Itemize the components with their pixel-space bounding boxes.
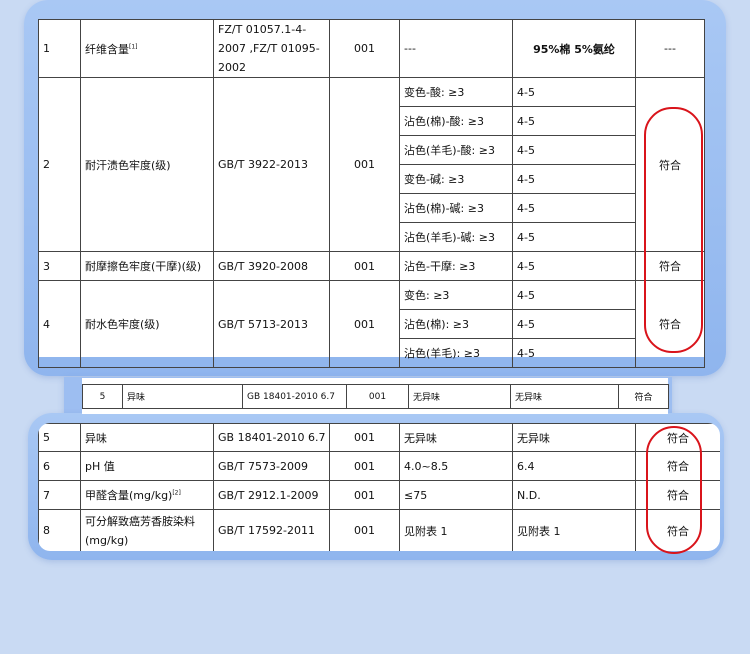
requirement: 沾色-干摩: ≥3 <box>399 251 513 281</box>
middle-report-strip: 5 异味 GB 18401-2010 6.7 001 无异味 无异味 符合 <box>82 378 669 414</box>
requirement: 沾色(羊毛): ≥3 <box>399 338 513 368</box>
result: 4-5 <box>512 193 636 223</box>
test-item: 可分解致癌芳香胺染料(mg/kg) <box>80 509 214 551</box>
requirement: 沾色(羊毛)-碱: ≥3 <box>399 222 513 252</box>
top-report-sheet: 1 纤维含量[1] FZ/T 01057.1-4-2007 ,FZ/T 0109… <box>38 19 705 368</box>
requirement: 见附表 1 <box>399 509 513 551</box>
row-number: 4 <box>38 280 81 368</box>
test-item: 异味 <box>122 384 243 409</box>
table-row: 3 耐摩擦色牢度(干摩)(级) GB/T 3920-2008 001 沾色-干摩… <box>38 251 705 281</box>
sample-id: 001 <box>329 251 400 281</box>
result: N.D. <box>512 480 636 510</box>
row-number: 7 <box>38 480 81 510</box>
result: 4-5 <box>512 222 636 252</box>
test-item: 异味 <box>80 423 214 452</box>
table-row: 5 异味 GB 18401-2010 6.7 001 无异味 无异味 符合 <box>38 423 720 452</box>
test-standard: GB/T 3922-2013 <box>213 77 330 252</box>
result: 4-5 <box>512 251 636 281</box>
requirement: 无异味 <box>399 423 513 452</box>
result: 6.4 <box>512 451 636 481</box>
result: 4-5 <box>512 77 636 107</box>
requirement: 沾色(棉)-碱: ≥3 <box>399 193 513 223</box>
sample-id: 001 <box>329 77 400 252</box>
table-row: 6 pH 值 GB/T 7573-2009 001 4.0~8.5 6.4 符合 <box>38 451 720 481</box>
row-number: 8 <box>38 509 81 551</box>
result: 4-5 <box>512 135 636 165</box>
result: 95%棉 5%氨纶 <box>512 19 636 78</box>
table-row: 1 纤维含量[1] FZ/T 01057.1-4-2007 ,FZ/T 0109… <box>38 19 705 78</box>
highlight-oval <box>646 426 702 554</box>
test-item: 耐摩擦色牢度(干摩)(级) <box>80 251 214 281</box>
requirement: 变色: ≥3 <box>399 280 513 310</box>
sample-id: 001 <box>329 480 400 510</box>
row-number: 3 <box>38 251 81 281</box>
table-row: 5 异味 GB 18401-2010 6.7 001 无异味 无异味 符合 <box>82 384 669 409</box>
middle-test-table: 5 异味 GB 18401-2010 6.7 001 无异味 无异味 符合 <box>82 384 669 409</box>
table-row: 4 耐水色牢度(级) GB/T 5713-2013 001 变色: ≥3 4-5… <box>38 280 705 368</box>
test-standard: FZ/T 01057.1-4-2007 ,FZ/T 01095-2002 <box>213 19 330 78</box>
requirement: 沾色(棉): ≥3 <box>399 309 513 339</box>
test-standard: GB 18401-2010 6.7 <box>213 423 330 452</box>
row-number: 5 <box>82 384 123 409</box>
requirement: 变色-碱: ≥3 <box>399 164 513 194</box>
test-standard: GB/T 3920-2008 <box>213 251 330 281</box>
requirement: ≤75 <box>399 480 513 510</box>
table-row: 8 可分解致癌芳香胺染料(mg/kg) GB/T 17592-2011 001 … <box>38 509 720 551</box>
top-test-table: 1 纤维含量[1] FZ/T 01057.1-4-2007 ,FZ/T 0109… <box>38 19 705 368</box>
sample-id: 001 <box>346 384 409 409</box>
result: 4-5 <box>512 106 636 136</box>
requirement: 变色-酸: ≥3 <box>399 77 513 107</box>
judgement: --- <box>635 19 705 78</box>
requirement: --- <box>399 19 513 78</box>
row-number: 1 <box>38 19 81 78</box>
row-number: 5 <box>38 423 81 452</box>
test-standard: GB/T 7573-2009 <box>213 451 330 481</box>
requirement: 无异味 <box>408 384 511 409</box>
bottom-test-table: 5 异味 GB 18401-2010 6.7 001 无异味 无异味 符合 6 … <box>38 423 720 551</box>
test-standard: GB 18401-2010 6.7 <box>242 384 347 409</box>
result: 无异味 <box>510 384 619 409</box>
test-item: 耐水色牢度(级) <box>80 280 214 368</box>
test-standard: GB/T 5713-2013 <box>213 280 330 368</box>
result: 4-5 <box>512 280 636 310</box>
requirement: 沾色(羊毛)-酸: ≥3 <box>399 135 513 165</box>
test-standard: GB/T 2912.1-2009 <box>213 480 330 510</box>
table-row: 7 甲醛含量(mg/kg)[2] GB/T 2912.1-2009 001 ≤7… <box>38 480 720 510</box>
result: 4-5 <box>512 338 636 368</box>
sample-id: 001 <box>329 509 400 551</box>
table-row: 2 耐汗渍色牢度(级) GB/T 3922-2013 001 变色-酸: ≥3 … <box>38 77 705 252</box>
result: 无异味 <box>512 423 636 452</box>
bottom-report-sheet: 5 异味 GB 18401-2010 6.7 001 无异味 无异味 符合 6 … <box>38 423 720 551</box>
sample-id: 001 <box>329 451 400 481</box>
test-item: 纤维含量[1] <box>80 19 214 78</box>
sample-id: 001 <box>329 423 400 452</box>
judgement: 符合 <box>618 384 669 409</box>
sample-id: 001 <box>329 280 400 368</box>
result: 见附表 1 <box>512 509 636 551</box>
result: 4-5 <box>512 164 636 194</box>
test-item: pH 值 <box>80 451 214 481</box>
highlight-oval <box>644 107 703 353</box>
row-number: 6 <box>38 451 81 481</box>
requirement: 沾色(棉)-酸: ≥3 <box>399 106 513 136</box>
test-item: 甲醛含量(mg/kg)[2] <box>80 480 214 510</box>
test-item: 耐汗渍色牢度(级) <box>80 77 214 252</box>
result: 4-5 <box>512 309 636 339</box>
row-number: 2 <box>38 77 81 252</box>
sample-id: 001 <box>329 19 400 78</box>
test-standard: GB/T 17592-2011 <box>213 509 330 551</box>
requirement: 4.0~8.5 <box>399 451 513 481</box>
